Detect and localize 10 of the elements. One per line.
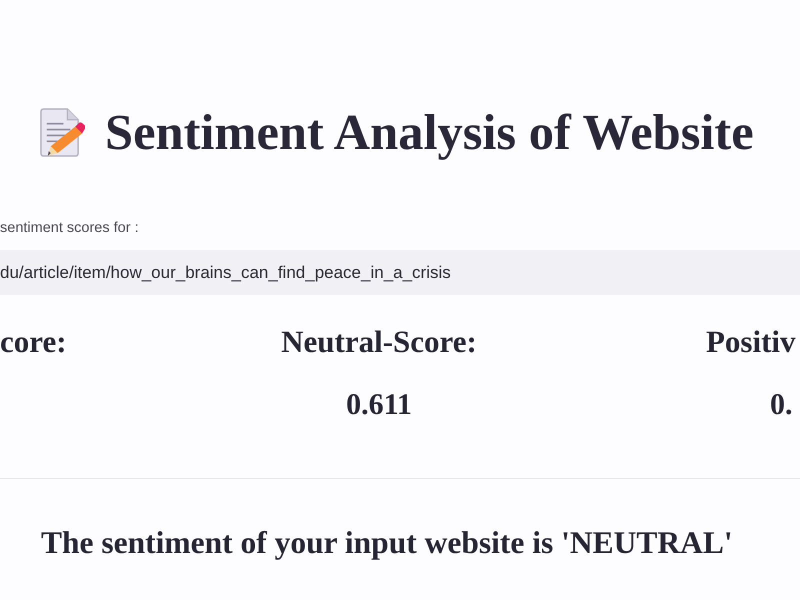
score-heading: Positiv (706, 323, 796, 361)
result-text: The sentiment of your input website is 'NEUTRAL' (40, 524, 734, 562)
score-heading: core: (0, 323, 67, 361)
page-title: Sentiment Analysis of Website (105, 103, 754, 162)
document-pencil-icon (38, 108, 85, 156)
score-value: 0. (769, 387, 792, 423)
url-label: sentiment scores for : (0, 220, 140, 236)
score-heading: Neutral-Score: (281, 323, 477, 361)
url-field[interactable]: du/article/item/how_our_brains_can_find_peace_in_a_crisis (0, 250, 800, 295)
score-value: 0.611 (346, 387, 412, 423)
